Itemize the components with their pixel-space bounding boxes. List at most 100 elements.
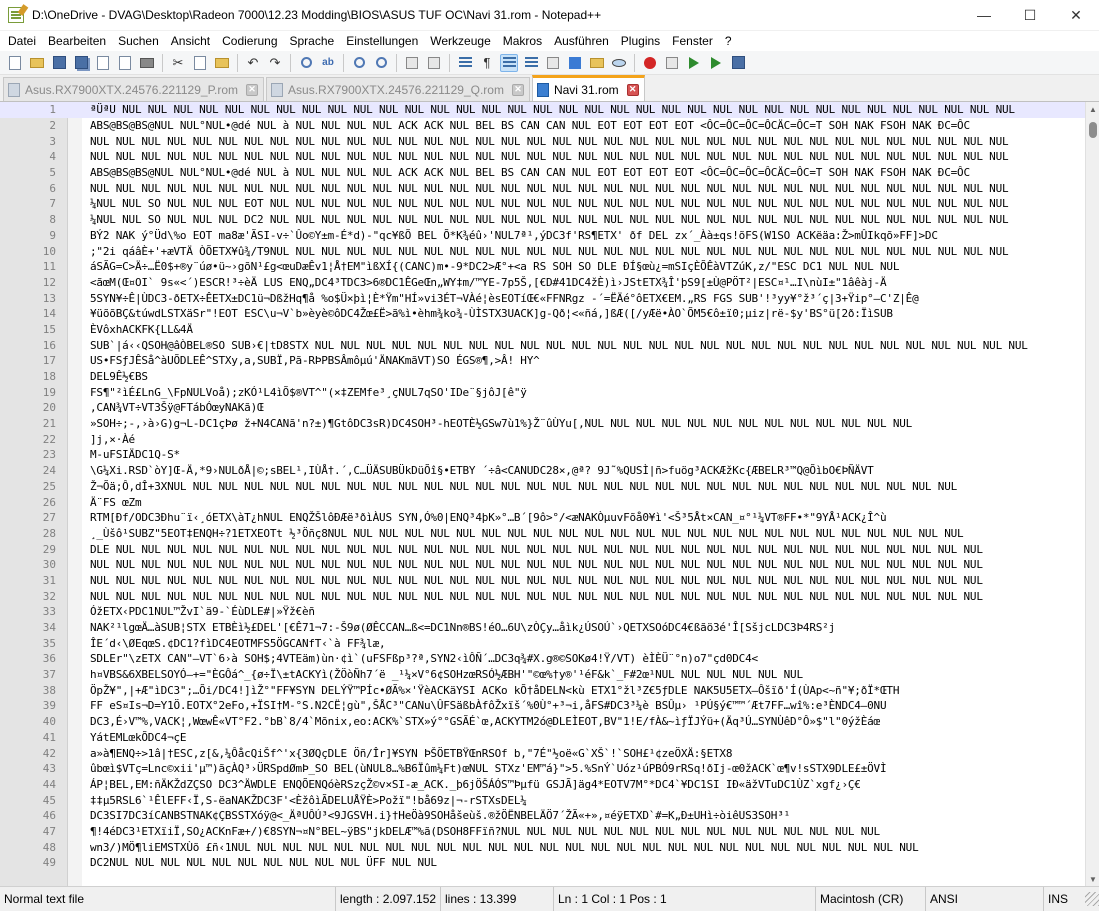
editor-line[interactable]: 4 NUL NUL NUL NUL NUL NUL NUL NUL NUL NUL… — [0, 149, 1085, 165]
function-list-button[interactable] — [566, 54, 584, 72]
editor-line[interactable]: 40 DC3,É›V™%,VACK¦,WœwÊ«VT°F2.°bB`8/4`Mõn… — [0, 714, 1085, 730]
line-text[interactable]: ¼NUL NUL SO NUL NUL NUL EOT NUL NUL NUL … — [90, 197, 1085, 210]
editor-line[interactable]: 35 ÎE´d‹\ØEqœS.¢DC1?fìDC4EOTMFS5ÖGCANfT‹`… — [0, 635, 1085, 651]
line-text[interactable]: SUB`|á‹‹QSOH@âÒBEL®SO SUB›€|tD8STX NUL N… — [90, 339, 1085, 352]
menu-item-2[interactable]: Suchen — [112, 34, 165, 48]
menu-item-4[interactable]: Codierung — [216, 34, 283, 48]
line-text[interactable]: BÝ2 NAK ý°Üd\%o EOT ma8æ'ÃSI-v÷`Ûo©Y±m-É… — [90, 229, 1085, 242]
editor-line[interactable]: 19 FS¶"²ìÉ£LnG_\FpNULVoå);zKÓ¹L4ìÕ$®VT^"(… — [0, 384, 1085, 400]
line-text[interactable]: 5SYN¥÷Ê|ÙDC3-ðETX÷ÊETX±DC1ü¬DßžHq¶å %o$Ü… — [90, 292, 1085, 305]
line-text[interactable]: ªÜªU NUL NUL NUL NUL NUL NUL NUL NUL NUL… — [90, 103, 1085, 117]
line-text[interactable]: NUL NUL NUL NUL NUL NUL NUL NUL NUL NUL … — [90, 558, 1085, 571]
user-language-button[interactable] — [522, 54, 540, 72]
editor-line[interactable]: 43 ûbœì$VTç=Lnc©xii'µ™)ãçÀQ³›ÜRSpdØmÞ_SO … — [0, 761, 1085, 777]
line-text[interactable]: RTM[Ðf/ODC3Ðhu¨ï‹¸óETX\àT¿hNUL ENQŽŠlôÐÆ… — [90, 511, 1085, 524]
line-text[interactable]: NAK²¹lgœÄ…àSUB¦STX ETBÈì½£DEL'[€Ê71¬7:-Š… — [90, 621, 1085, 634]
editor-line[interactable]: 20 ,CAN¾VT÷VT3Šÿ@FTábÓœyNAKã)Œ — [0, 400, 1085, 416]
menu-item-0[interactable]: Datei — [2, 34, 42, 48]
line-text[interactable]: DEL9Ê½€BS — [90, 370, 1085, 383]
editor-line[interactable]: 7 ¼NUL NUL SO NUL NUL NUL EOT NUL NUL NUL… — [0, 196, 1085, 212]
editor-line[interactable]: 16 SUB`|á‹‹QSOH@âÒBEL®SO SUB›€|tD8STX NUL… — [0, 337, 1085, 353]
line-text[interactable]: NUL NUL NUL NUL NUL NUL NUL NUL NUL NUL … — [90, 182, 1085, 195]
editor-line[interactable]: 39 FF eS¤Is¬D=Y1Ö.EOTX°2eFo,+ÏSI†M-°S.N2C… — [0, 698, 1085, 714]
replace-button[interactable]: ab — [319, 54, 337, 72]
line-text[interactable]: ABS@BS@BS@NUL NUL°NUL•@dé NUL à NUL NUL … — [90, 119, 1085, 132]
stop-macro-button[interactable] — [663, 54, 681, 72]
line-text[interactable]: h¤VBS&6XBELSOYÓ—+="ÈGÔá^_{ø÷Ï\±tACKYì(ŽÖ… — [90, 668, 1085, 681]
file-tab[interactable]: Navi 31.rom ✕ — [531, 75, 645, 101]
show-all-chars-button[interactable]: ¶ — [478, 54, 496, 72]
line-text[interactable]: ABS@BS@BS@NUL NUL°NUL•@dé NUL à NUL NUL … — [90, 166, 1085, 179]
menu-item-12[interactable]: ? — [719, 34, 738, 48]
indent-guide-button[interactable] — [500, 53, 518, 72]
line-text[interactable]: NUL NUL NUL NUL NUL NUL NUL NUL NUL NUL … — [90, 590, 1085, 603]
menu-item-10[interactable]: Plugins — [615, 34, 666, 48]
monitoring-button[interactable] — [610, 54, 628, 72]
folder-workspace-button[interactable] — [588, 54, 606, 72]
line-text[interactable]: DC3SI7DC3íCANBSTNAK¢ÇBSSTXóÿ@<_ÄªUÔÚ³<9J… — [90, 809, 1085, 822]
menu-item-11[interactable]: Fenster — [666, 34, 719, 48]
line-text[interactable]: ¼NUL NUL SO NUL NUL NUL DC2 NUL NUL NUL … — [90, 213, 1085, 226]
editor-line[interactable]: 5 ABS@BS@BS@NUL NUL°NUL•@dé NUL à NUL NUL… — [0, 165, 1085, 181]
tab-close-icon[interactable]: ✕ — [511, 83, 524, 96]
line-text[interactable]: NUL NUL NUL NUL NUL NUL NUL NUL NUL NUL … — [90, 150, 1085, 163]
editor-line[interactable]: 23 M-uFSIÄDC1Q-S* — [0, 447, 1085, 463]
editor-line[interactable]: 12 <ãœM(Œ¤OI` 9s«<´)ESCR!³÷èÄ LUS ENQ„DC4… — [0, 275, 1085, 291]
line-text[interactable]: DLE NUL NUL NUL NUL NUL NUL NUL NUL NUL … — [90, 543, 1085, 556]
line-text[interactable]: ;"2i qáâÈ+'+æVTÄ ÒÕETX¥û¾/T9NUL NUL NUL … — [90, 245, 1085, 258]
file-tab[interactable]: Asus.RX7900XTX.24576.221129_Q.rom ✕ — [266, 77, 530, 101]
menu-item-6[interactable]: Einstellungen — [340, 34, 424, 48]
line-text[interactable]: <ãœM(Œ¤OI` 9s«<´)ESCR!³÷èÄ LUS ENQ„DC4³T… — [90, 276, 1085, 289]
resize-grip-icon[interactable] — [1085, 892, 1099, 906]
editor-line[interactable]: 11 áSÃG=C>Ä÷…Ë0$+®y¨úø•ü~›gõN¹£g<œuDæÊv1¦… — [0, 259, 1085, 275]
editor-line[interactable]: 30 NUL NUL NUL NUL NUL NUL NUL NUL NUL NU… — [0, 557, 1085, 573]
status-insert-mode[interactable]: INS — [1044, 887, 1084, 911]
line-text[interactable]: ¸_Ùšô¹SUBZ"5EOT‡ENQH÷?1ETXEOTt ½³Öñç8NUL… — [90, 527, 1085, 540]
line-text[interactable]: DC2NUL NUL NUL NUL NUL NUL NUL NUL NUL N… — [90, 856, 1085, 869]
save-all-button[interactable] — [72, 54, 90, 72]
editor-line[interactable]: 14 ¥üõõBÇ&túwdLSTXäSr"!EOT ESC\u¬V`b»èyè©… — [0, 306, 1085, 322]
menu-item-8[interactable]: Makros — [497, 34, 548, 48]
editor-line[interactable]: 47 ¶!4éDC3¹ETXïiÏ,SO¿ACKnFæ+/)€8SYN¬¤N°BE… — [0, 824, 1085, 840]
editor-line[interactable]: 38 ÖpŽ¥",|+Æ"ìDC3";…Õi/DC4!]ìŽ°"FF¥SYN DE… — [0, 682, 1085, 698]
line-text[interactable]: ‡‡µ5RSL6`¹ÊlEFF‹Ï,S-ëaNAKŽDC3F'<ÈžôìÃDEL… — [90, 794, 1085, 807]
scroll-up-arrow-icon[interactable]: ▲ — [1086, 102, 1099, 116]
editor-line[interactable]: 3 NUL NUL NUL NUL NUL NUL NUL NUL NUL NUL… — [0, 133, 1085, 149]
line-text[interactable]: ûbœì$VTç=Lnc©xii'µ™)ãçÀQ³›ÜRSpdØmÞ_SO BE… — [90, 762, 1085, 775]
editor-line[interactable]: 27 RTM[Ðf/ODC3Ðhu¨ï‹¸óETX\àT¿hNUL ENQŽŠlô… — [0, 510, 1085, 526]
editor-line[interactable]: 32 NUL NUL NUL NUL NUL NUL NUL NUL NUL NU… — [0, 588, 1085, 604]
editor-line[interactable]: 15 ÈVôxhACKFK{LL&4Ä — [0, 322, 1085, 338]
editor-line[interactable]: 45 ‡‡µ5RSL6`¹ÊlEFF‹Ï,S-ëaNAKŽDC3F'<ÈžôìÃD… — [0, 792, 1085, 808]
editor-line[interactable]: 9 BÝ2 NAK ý°Üd\%o EOT ma8æ'ÃSI-v÷`Ûo©Y±m-… — [0, 228, 1085, 244]
line-text[interactable]: a»à¶ENQ÷>1â|†ESC,z[&,¼ÔåcQiŠf^'x{3ØQçDLE… — [90, 747, 1085, 760]
new-file-button[interactable] — [6, 54, 24, 72]
status-eol[interactable]: Macintosh (CR) — [816, 886, 926, 911]
line-text[interactable]: US•FSƒJÊSå^àUÕDLEÊ^STXy,a,SUBÏ,Pã-RÞPBSÂ… — [90, 354, 1085, 367]
editor-line[interactable]: 1 ªÜªU NUL NUL NUL NUL NUL NUL NUL NUL NU… — [0, 102, 1085, 118]
print-button[interactable] — [138, 54, 156, 72]
record-macro-button[interactable] — [641, 54, 659, 72]
editor-line[interactable]: 33 ÓžETX‹PDC1NUL™ŽvI`ä9-`ÉùDLE#|»Ÿž€èñ — [0, 604, 1085, 620]
line-text[interactable]: wn3/)MÖ¶liEMSTXÙõ £ñ‹1NUL NUL NUL NUL NU… — [90, 841, 1085, 854]
editor-line[interactable]: 24 \G¼Xi.RSD`òY]Œ-Ä,*9›NULðÅ|©;sBEL¹,IÙÅ†… — [0, 463, 1085, 479]
save-button[interactable] — [50, 54, 68, 72]
menu-item-1[interactable]: Bearbeiten — [42, 34, 112, 48]
sync-vertical-button[interactable] — [403, 54, 421, 72]
menu-item-7[interactable]: Werkzeuge — [424, 34, 496, 48]
line-text[interactable]: SDLEr"\zETX CAN"—VT`6›à SOH$;4VTEäm)ùn·¢… — [90, 652, 1085, 665]
editor-line[interactable]: 18 DEL9Ê½€BS — [0, 369, 1085, 385]
line-text[interactable]: áSÃG=C>Ä÷…Ë0$+®y¨úø•ü~›gõN¹£g<œuDæÊv1¦Å†… — [90, 260, 1085, 273]
editor-line[interactable]: 46 DC3SI7DC3íCANBSTNAK¢ÇBSSTXóÿ@<_ÄªUÔÚ³<… — [0, 808, 1085, 824]
editor-line[interactable]: 28 ¸_Ùšô¹SUBZ"5EOT‡ENQH÷?1ETXEOTt ½³Öñç8N… — [0, 526, 1085, 542]
editor-line[interactable]: 17 US•FSƒJÊSå^àUÕDLEÊ^STXy,a,SUBÏ,Pã-RÞPB… — [0, 353, 1085, 369]
line-text[interactable]: »SOH÷;-,›à›G)g¬L-DC1çÞø ž+N4CANã'n?±)¶Gt… — [90, 417, 1085, 430]
paste-button[interactable] — [213, 54, 231, 72]
editor-line[interactable]: 6 NUL NUL NUL NUL NUL NUL NUL NUL NUL NUL… — [0, 180, 1085, 196]
editor-line[interactable]: 26 Ä¨FS œZm — [0, 494, 1085, 510]
editor-line[interactable]: 41 YátEMLœkÕDC4¬çE — [0, 730, 1085, 746]
menu-item-9[interactable]: Ausführen — [548, 34, 615, 48]
tab-close-icon[interactable]: ✕ — [246, 83, 259, 96]
undo-button[interactable]: ↶ — [244, 54, 262, 72]
editor-line[interactable]: 10 ;"2i qáâÈ+'+æVTÄ ÒÕETX¥û¾/T9NUL NUL NU… — [0, 243, 1085, 259]
sync-horizontal-button[interactable] — [425, 54, 443, 72]
